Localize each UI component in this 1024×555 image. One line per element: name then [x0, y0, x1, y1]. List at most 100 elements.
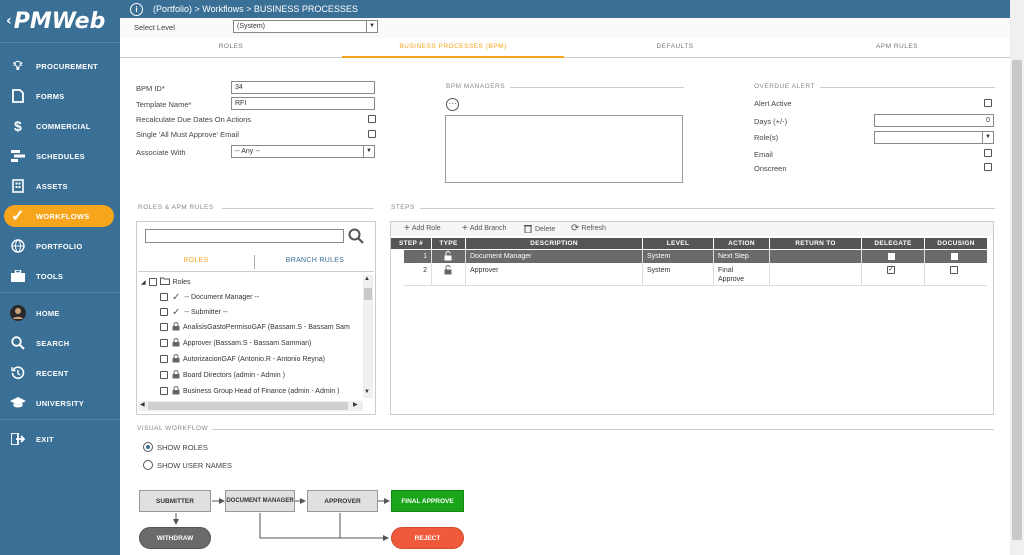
- column-divider: [713, 250, 714, 286]
- show-user-names-radio[interactable]: [143, 460, 153, 470]
- sidebar-item-forms[interactable]: FORMS: [0, 84, 120, 108]
- col-type[interactable]: TYPE: [432, 238, 465, 249]
- roles-dropdown[interactable]: ▼: [874, 131, 994, 144]
- email-checkbox[interactable]: [984, 149, 992, 157]
- refresh-button[interactable]: ⟳ Refresh: [571, 223, 606, 234]
- tab-branch-rules[interactable]: BRANCH RULES: [256, 253, 374, 269]
- bpm-managers-list[interactable]: [445, 115, 683, 183]
- scroll-right-icon[interactable]: ▶: [353, 401, 358, 408]
- add-role-label: Add Role: [411, 225, 441, 232]
- tree-node-autorizacion[interactable]: AutorizacionGAF (Antonio.R - Antonio Rey…: [160, 352, 325, 366]
- tree-scrollbar-h-thumb[interactable]: [148, 402, 348, 410]
- tree-node-document-manager[interactable]: ✓ -- Document Manager --: [160, 290, 259, 304]
- single-email-checkbox[interactable]: [368, 130, 376, 138]
- delete-label: Delete: [535, 226, 556, 233]
- select-level-dropdown[interactable]: (System) ▼: [233, 20, 378, 33]
- logo[interactable]: ‹ PMWeb: [0, 0, 120, 42]
- sidebar-item-workflows[interactable]: ✓ WORKFLOWS: [0, 204, 120, 228]
- section-divider: [820, 87, 995, 88]
- alert-active-label: Alert Active: [754, 99, 792, 108]
- days-field[interactable]: 0: [874, 114, 994, 127]
- tree-checkbox[interactable]: [160, 371, 168, 379]
- tree-checkbox[interactable]: [160, 387, 168, 395]
- tree-node-analisis[interactable]: AnalisisGastoPermisoGAF (Bassam.S - Bass…: [160, 320, 362, 334]
- sidebar-item-portfolio[interactable]: PORTFOLIO: [0, 234, 120, 258]
- search-icon[interactable]: [348, 228, 364, 246]
- scroll-left-icon[interactable]: ◀: [140, 401, 145, 408]
- chevron-down-icon: ▼: [982, 132, 993, 143]
- node-reject[interactable]: REJECT: [391, 527, 464, 549]
- associate-with-dropdown[interactable]: -- Any -- ▼: [231, 145, 375, 158]
- col-docusign[interactable]: DOCUSIGN: [925, 238, 987, 249]
- lock-icon: [172, 353, 180, 365]
- info-icon[interactable]: i: [130, 2, 143, 16]
- node-final-approve[interactable]: FINAL APPROVE: [391, 490, 464, 512]
- sidebar-item-tools[interactable]: TOOLS: [0, 264, 120, 288]
- col-action[interactable]: ACTION: [714, 238, 769, 249]
- show-roles-radio[interactable]: [143, 442, 153, 452]
- more-options-icon[interactable]: ···: [446, 98, 459, 111]
- tab-roles[interactable]: ROLES: [120, 38, 342, 58]
- onscreen-checkbox[interactable]: [984, 163, 992, 171]
- sidebar-item-commercial[interactable]: $ COMMERCIAL: [0, 114, 120, 138]
- tree-node-business-group[interactable]: Business Group Head of Finance (admin - …: [160, 384, 362, 398]
- template-name-field[interactable]: RFI: [231, 97, 375, 110]
- tree-scrollbar-v-thumb[interactable]: [364, 288, 372, 300]
- sidebar-item-assets[interactable]: ASSETS: [0, 174, 120, 198]
- back-caret-icon[interactable]: ‹: [6, 13, 12, 29]
- tree-checkbox[interactable]: [160, 339, 168, 347]
- folder-icon: [159, 277, 170, 287]
- tree-node-submitter[interactable]: ✓ -- Submitter --: [160, 305, 228, 319]
- node-approver[interactable]: APPROVER: [307, 490, 378, 512]
- tab-defaults[interactable]: DEFAULTS: [564, 38, 786, 58]
- tree-checkbox[interactable]: [160, 323, 168, 331]
- recalculate-checkbox[interactable]: [368, 115, 376, 123]
- add-branch-label: Add Branch: [469, 225, 507, 232]
- delete-button[interactable]: Delete: [524, 224, 555, 235]
- docusign-checkbox[interactable]: [951, 253, 958, 260]
- add-branch-button[interactable]: + Add Branch: [462, 223, 506, 234]
- col-delegate[interactable]: DELEGATE: [862, 238, 924, 249]
- tree-checkbox[interactable]: [148, 278, 157, 286]
- node-withdraw[interactable]: WITHDRAW: [139, 527, 211, 549]
- tab-apm-rules[interactable]: APM RULES: [786, 38, 1008, 58]
- sidebar-item-recent[interactable]: RECENT: [0, 361, 120, 385]
- scroll-down-icon[interactable]: ▼: [364, 389, 370, 395]
- step-action: Final Approve: [718, 267, 745, 283]
- tree-checkbox[interactable]: [160, 308, 168, 316]
- sidebar-item-procurement[interactable]: 💡︎ PROCUREMENT: [0, 54, 120, 78]
- tree-checkbox[interactable]: [160, 355, 168, 363]
- bpm-id-field[interactable]: 34: [231, 81, 375, 94]
- docusign-checkbox[interactable]: [950, 266, 958, 274]
- associate-with-label: Associate With: [136, 148, 186, 157]
- col-level[interactable]: LEVEL: [643, 238, 713, 249]
- scrollbar-thumb[interactable]: [1012, 60, 1022, 540]
- plus-icon: +: [404, 223, 410, 234]
- add-role-button[interactable]: + Add Role: [404, 223, 441, 234]
- roles-search-input[interactable]: [145, 229, 344, 243]
- tree-node-approver[interactable]: Approver (Bassam.S - Bassam Samman): [160, 336, 311, 350]
- delegate-checkbox[interactable]: ✓: [887, 266, 895, 274]
- node-document-manager[interactable]: DOCUMENT MANAGER: [225, 490, 295, 512]
- sidebar-item-university[interactable]: UNIVERSITY: [0, 391, 120, 415]
- sidebar-item-home[interactable]: HOME: [0, 301, 120, 325]
- scroll-up-icon[interactable]: ▲: [364, 276, 370, 282]
- sidebar-item-exit[interactable]: EXIT: [0, 427, 120, 451]
- sidebar-item-label: SCHEDULES: [36, 151, 85, 161]
- sidebar-item-search[interactable]: SEARCH: [0, 331, 120, 355]
- col-description[interactable]: DESCRIPTION: [466, 238, 642, 249]
- sidebar-item-schedules[interactable]: SCHEDULES: [0, 144, 120, 168]
- tab-business-processes[interactable]: BUSINESS PROCESSES (BPM): [342, 38, 564, 58]
- alert-active-checkbox[interactable]: [984, 99, 992, 107]
- col-step[interactable]: STEP #: [391, 238, 431, 249]
- schedule-icon: [10, 148, 26, 164]
- tree-node-roles[interactable]: ◢ Roles: [141, 275, 191, 289]
- tree-node-board-directors[interactable]: Board Directors (admin - Admin ): [160, 368, 285, 382]
- col-return-to[interactable]: RETURN TO: [770, 238, 861, 249]
- tree-checkbox[interactable]: [160, 293, 168, 301]
- node-submitter[interactable]: SUBMITTER: [139, 490, 211, 512]
- tab-roles-panel[interactable]: ROLES: [138, 253, 254, 269]
- sidebar-divider: [0, 419, 120, 420]
- expand-arrow-icon[interactable]: ◢: [141, 279, 146, 286]
- delegate-checkbox[interactable]: [888, 253, 895, 260]
